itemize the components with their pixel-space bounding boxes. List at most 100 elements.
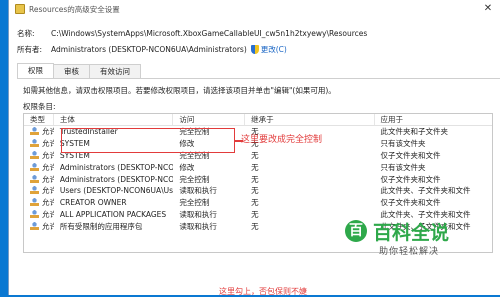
change-owner-link[interactable]: 更改(C)	[261, 44, 287, 55]
cell-type: 允许	[24, 221, 54, 232]
cell-inherited-from: 无	[245, 209, 374, 220]
cell-principal-text: Administrators (DESKTOP-NCO...	[59, 162, 174, 172]
table-row[interactable]: 允许 Users (DESKTOP-NCON6UA\Users) 读取和执行 无 此文件…	[24, 185, 492, 197]
watermark-title: 百科全说	[373, 222, 450, 244]
column-header-inherited-from[interactable]: 继承于	[245, 114, 375, 125]
cell-applies-to-text: 仅子文件夹和文件	[380, 150, 441, 160]
cell-applies-to: 只有该文件夹	[375, 138, 492, 149]
tab-permissions[interactable]: 权限	[17, 63, 54, 78]
cell-applies-to: 只有该文件夹	[375, 162, 492, 173]
cell-inherited-from: 无	[245, 174, 374, 185]
cell-type: 允许	[24, 126, 54, 137]
user-group-icon	[30, 127, 39, 136]
cell-principal-text: Users (DESKTOP-NCON6UA\Users)	[59, 186, 174, 196]
info-text: 如需其他信息，请双击权限项目。若要修改权限项目，请选择该项目并单击"编辑"(如果…	[23, 86, 336, 95]
cell-inherited-from-text: 无	[251, 174, 259, 184]
user-group-icon	[30, 186, 39, 195]
cell-type-text: 允许	[42, 221, 54, 231]
cell-principal: Administrators (DESKTOP-NCO...	[54, 163, 173, 172]
name-row: 名称: C:\Windows\SystemApps\Microsoft.Xbox…	[17, 28, 367, 39]
close-button[interactable]: ✕	[481, 2, 495, 16]
cell-access-text: 读取和执行	[179, 186, 217, 196]
cell-access: 读取和执行	[173, 221, 245, 232]
column-header-type[interactable]: 类型	[24, 114, 54, 125]
cell-access-text: 修改	[179, 162, 195, 172]
user-group-icon	[30, 162, 39, 171]
owner-row: 所有者: Administrators (DESKTOP-NCON6UA\Adm…	[17, 44, 287, 55]
column-header-principal[interactable]: 主体	[54, 114, 174, 125]
cell-principal-text: CREATOR OWNER	[59, 198, 127, 208]
cell-inherited-from-text: 无	[251, 186, 259, 196]
cell-type-text: 允许	[42, 174, 54, 184]
cell-applies-to: 仅子文件夹和文件	[375, 174, 492, 185]
cell-type: 允许	[24, 197, 54, 208]
cell-applies-to: 此文件夹和子文件夹	[375, 126, 492, 137]
cell-inherited-from-text: 无	[251, 221, 259, 231]
owner-label: 所有者:	[17, 45, 43, 54]
cell-principal-text: ALL APPLICATION PACKAGES	[59, 209, 167, 219]
cell-access: 完全控制	[173, 174, 245, 185]
cell-type: 允许	[24, 174, 54, 185]
cell-inherited-from: 无	[245, 197, 374, 208]
user-group-icon	[30, 150, 39, 159]
cell-applies-to-text: 此文件夹和子文件夹	[380, 127, 449, 137]
cell-principal: ALL APPLICATION PACKAGES	[54, 210, 173, 219]
table-header: 类型 主体 访问 继承于 应用于	[24, 114, 492, 126]
title-bar: Resources的高级安全设置 ✕	[9, 0, 500, 18]
cell-inherited-from: 无	[245, 150, 374, 161]
cell-access-text: 完全控制	[179, 174, 210, 184]
cell-applies-to: 仅子文件夹和文件	[375, 150, 492, 161]
cell-applies-to-text: 仅子文件夹和文件	[380, 198, 441, 208]
user-group-icon	[30, 198, 39, 207]
cell-access-text: 读取和执行	[179, 209, 217, 219]
shield-icon	[250, 45, 259, 54]
cell-access-text: 读取和执行	[179, 221, 217, 231]
cell-principal: Administrators (DESKTOP-NCO...	[54, 175, 173, 184]
table-row[interactable]: 允许 Administrators (DESKTOP-NCO... 完全控制 无 仅子文…	[24, 173, 492, 185]
cell-principal: 所有受限制的应用程序包	[54, 221, 173, 232]
user-group-icon	[30, 221, 39, 230]
cell-type: 允许	[24, 162, 54, 173]
cell-type-text: 允许	[42, 198, 54, 208]
watermark-logo-icon: 百	[345, 220, 367, 242]
permission-entries-label: 权限条目:	[23, 102, 56, 111]
cell-inherited-from-text: 无	[251, 150, 259, 160]
column-header-access[interactable]: 访问	[173, 114, 246, 125]
tab-effective-access[interactable]: 有效访问	[89, 64, 141, 78]
cell-type-text: 允许	[42, 150, 54, 160]
cell-inherited-from-text: 无	[251, 198, 259, 208]
cell-principal: CREATOR OWNER	[54, 198, 173, 207]
cell-type-text: 允许	[42, 209, 54, 219]
window-title: Resources的高级安全设置	[29, 4, 120, 14]
cell-type: 允许	[24, 138, 54, 149]
table-row[interactable]: 允许 CREATOR OWNER 完全控制 无 仅子文件夹和文件	[24, 197, 492, 209]
tab-bar: 权限 审核 有效访问	[17, 63, 141, 78]
cell-access: 修改	[173, 162, 245, 173]
name-label: 名称:	[17, 29, 35, 38]
cell-principal-text: 所有受限制的应用程序包	[59, 221, 143, 231]
user-group-icon	[30, 139, 39, 148]
cell-type: 允许	[24, 209, 54, 220]
highlight-box	[61, 128, 235, 153]
user-group-icon	[30, 209, 39, 218]
cell-applies-to: 此文件夹、子文件夹和文件	[375, 185, 492, 196]
cell-access: 读取和执行	[173, 185, 245, 196]
name-value: C:\Windows\SystemApps\Microsoft.XboxGame…	[51, 29, 368, 38]
table-row[interactable]: 允许 Administrators (DESKTOP-NCO... 修改 无 只有该文件…	[24, 161, 492, 173]
column-header-applies-to[interactable]: 应用于	[375, 114, 492, 125]
owner-value: Administrators (DESKTOP-NCON6UA\Administ…	[51, 45, 247, 54]
permissions-panel: 如需其他信息，请双击权限项目。若要修改权限项目，请选择该项目并单击"编辑"(如果…	[17, 78, 500, 295]
cell-applies-to-text: 只有该文件夹	[380, 162, 426, 172]
watermark-subtitle: 助你轻松解决	[379, 247, 440, 257]
cell-type-text: 允许	[42, 127, 54, 137]
tab-auditing[interactable]: 审核	[53, 64, 90, 78]
cell-access: 完全控制	[173, 197, 245, 208]
cell-inherited-from: 无	[245, 162, 374, 173]
annotation-bottom: 这里勾上，否包保则不婕	[219, 287, 307, 296]
cell-inherited-from-text: 无	[251, 162, 259, 172]
cell-type: 允许	[24, 150, 54, 161]
cell-applies-to-text: 此文件夹、子文件夹和文件	[380, 186, 471, 196]
annotation-top: 这里要改成完全控制	[241, 135, 323, 145]
cell-access: 读取和执行	[173, 209, 245, 220]
cell-access-text: 完全控制	[179, 198, 210, 208]
